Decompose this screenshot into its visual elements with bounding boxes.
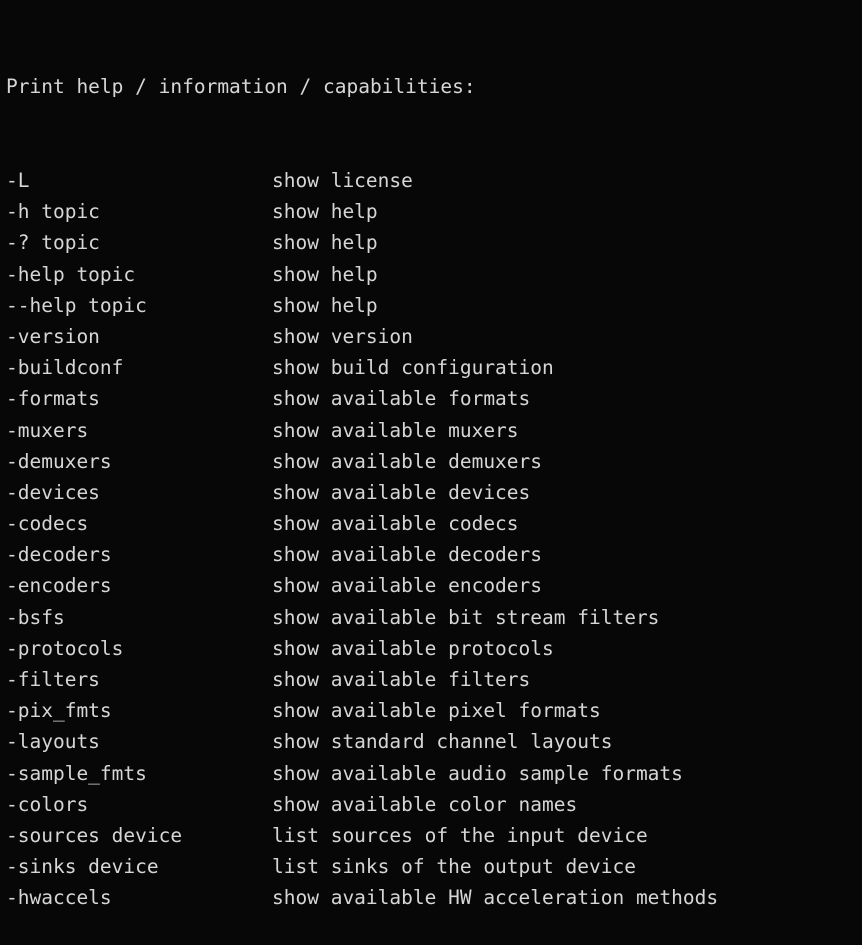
help-option-description: show available audio sample formats	[272, 761, 683, 785]
help-option-description: show standard channel layouts	[272, 730, 613, 754]
help-option-row: -hwaccels show available HW acceleration …	[6, 882, 862, 913]
help-option-flag: -bsfs	[6, 605, 65, 629]
help-option-description: show version	[272, 324, 413, 348]
help-option-row: -encoders show available encoders	[6, 570, 862, 601]
help-option-flag: -h topic	[6, 200, 100, 224]
help-option-flag: -encoders	[6, 574, 112, 598]
help-option-row: -sources device list sources of the input…	[6, 820, 862, 851]
help-option-description: show available encoders	[272, 574, 543, 598]
help-option-flag: -L	[6, 169, 30, 192]
help-option-row: -h topic show help	[6, 196, 862, 227]
help-option-row: -buildconf show build configuration	[6, 352, 862, 383]
help-option-row: -muxers show available muxers	[6, 415, 862, 446]
help-option-description: show available decoders	[272, 543, 543, 567]
help-option-flag: -? topic	[6, 231, 100, 255]
help-option-row: -devices show available devices	[6, 477, 862, 508]
help-option-row: -codecs show available codecs	[6, 508, 862, 539]
help-option-description: show help	[272, 262, 378, 286]
help-option-flag: -help topic	[6, 262, 136, 286]
help-option-flag: -sinks device	[6, 855, 159, 879]
help-option-row: -sinks device list sinks of the output de…	[6, 851, 862, 882]
help-option-list: -L show license -h topic show help -? topic s…	[6, 165, 862, 914]
help-section-title: Print help / information / capabilities:	[6, 75, 476, 99]
help-option-description: show available HW acceleration methods	[272, 886, 719, 910]
help-option-row: -bsfs show available bit stream filters	[6, 602, 862, 633]
help-option-row: -version show version	[6, 321, 862, 352]
help-option-row: --help topic show help	[6, 290, 862, 321]
help-option-row: -layouts show standard channel layouts	[6, 726, 862, 757]
help-option-description: show available bit stream filters	[272, 605, 660, 629]
help-option-description: show available pixel formats	[272, 699, 601, 723]
help-option-row: -formats show available formats	[6, 383, 862, 414]
help-option-row: -L show license	[6, 165, 862, 196]
help-option-flag: -pix_fmts	[6, 699, 112, 723]
help-option-description: show available formats	[272, 387, 531, 411]
help-option-description: show available filters	[272, 668, 531, 691]
help-option-description: show available demuxers	[272, 449, 543, 473]
help-option-row: -sample_fmts show available audio sample …	[6, 758, 862, 789]
help-option-description: show help	[272, 200, 378, 224]
help-option-flag: -hwaccels	[6, 886, 112, 910]
help-option-description: list sources of the input device	[272, 823, 648, 847]
help-option-description: show available devices	[272, 480, 531, 504]
help-option-flag: -buildconf	[6, 356, 124, 380]
help-option-flag: -demuxers	[6, 449, 112, 473]
help-option-description: show available muxers	[272, 418, 519, 442]
help-option-description: show available protocols	[272, 636, 554, 660]
help-option-flag: -formats	[6, 387, 100, 411]
help-option-description: show help	[272, 293, 378, 317]
help-option-row: -colors show available color names	[6, 789, 862, 820]
help-option-description: show available codecs	[272, 512, 519, 536]
help-option-flag: -decoders	[6, 543, 112, 567]
help-option-description: show available color names	[272, 792, 578, 816]
help-option-flag: -devices	[6, 480, 100, 504]
help-option-flag: -layouts	[6, 730, 100, 754]
help-option-flag: -codecs	[6, 512, 89, 536]
help-option-row: -help topic show help	[6, 259, 862, 290]
help-option-row: -pix_fmts show available pixel formats	[6, 695, 862, 726]
help-option-flag: -sample_fmts	[6, 761, 147, 785]
help-option-flag: -muxers	[6, 418, 89, 442]
help-option-description: list sinks of the output device	[272, 855, 636, 879]
help-option-flag: -version	[6, 324, 100, 348]
help-option-row: -protocols show available protocols	[6, 633, 862, 664]
help-option-description: show license	[272, 169, 413, 192]
help-option-row: -demuxers show available demuxers	[6, 446, 862, 477]
help-option-description: show build configuration	[272, 356, 554, 380]
help-option-flag: --help topic	[6, 293, 147, 317]
help-option-flag: -protocols	[6, 636, 124, 660]
terminal-output: Print help / information / capabilities:…	[0, 0, 862, 909]
help-option-row: -filters show available filters	[6, 664, 862, 695]
help-option-row: -decoders show available decoders	[6, 539, 862, 570]
help-option-description: show help	[272, 231, 378, 255]
help-option-flag: -filters	[6, 668, 100, 691]
help-option-flag: -sources device	[6, 823, 183, 847]
help-option-row: -? topic show help	[6, 227, 862, 258]
help-option-flag: -colors	[6, 792, 89, 816]
